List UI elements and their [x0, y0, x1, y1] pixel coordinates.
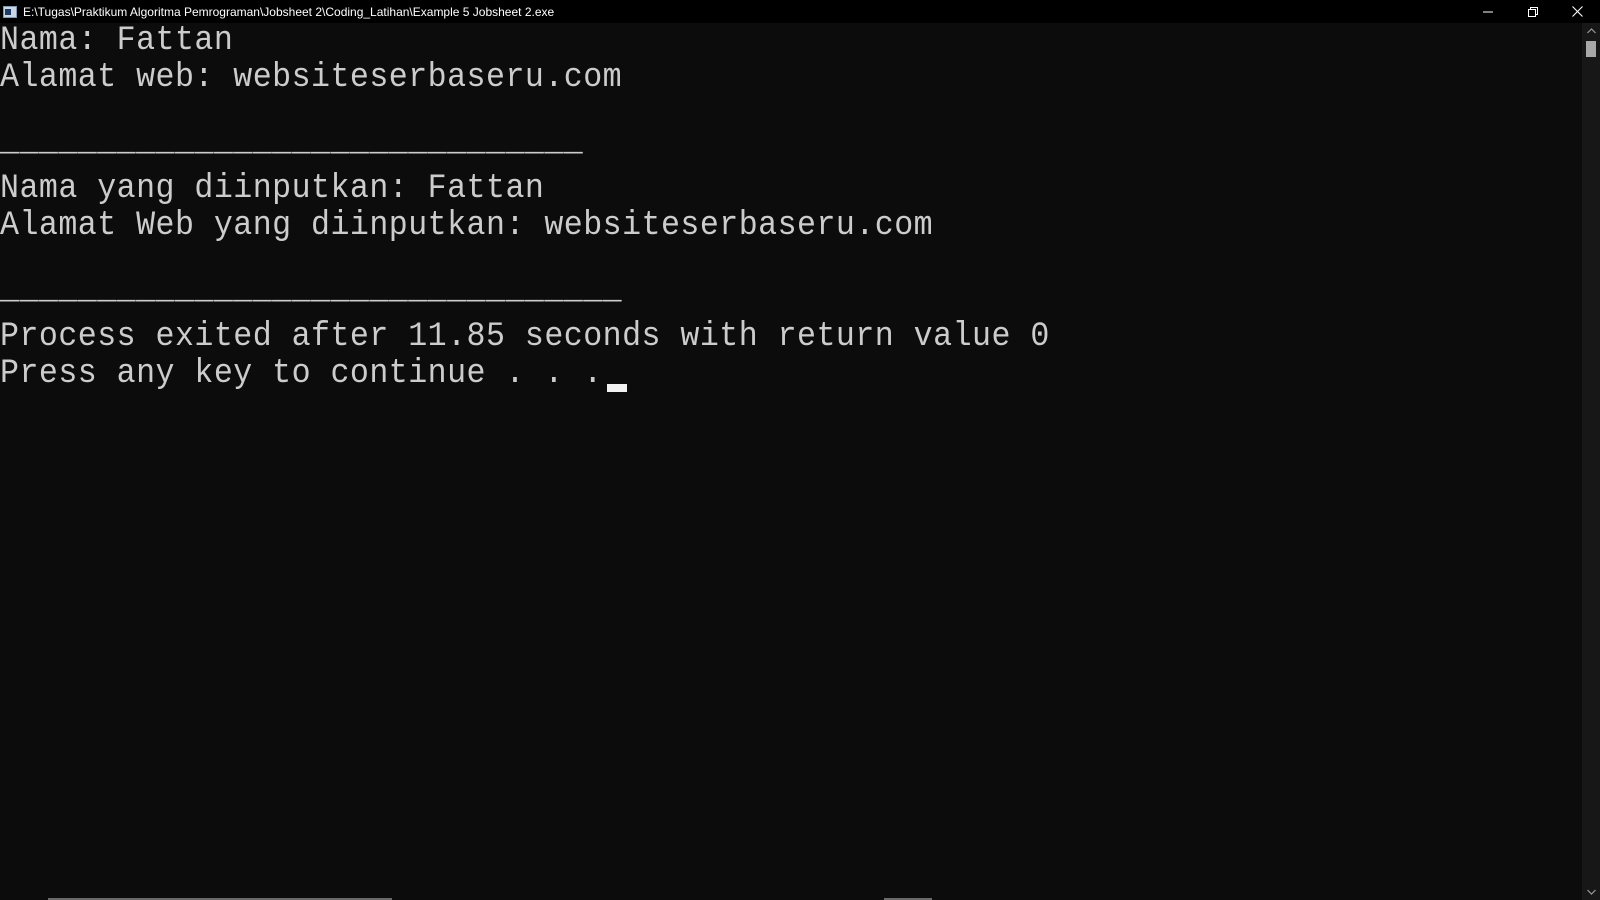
vertical-scrollbar[interactable] — [1582, 23, 1600, 900]
title-bar[interactable]: E:\Tugas\Praktikum Algoritma Pemrograman… — [0, 0, 1600, 23]
restore-icon — [1527, 6, 1538, 17]
window-controls — [1465, 0, 1600, 23]
output-separator: ________________________________ — [0, 271, 623, 309]
minimize-icon — [1482, 11, 1493, 12]
output-line-web: Alamat web: websiteserbaseru.com — [0, 59, 623, 97]
window-title: E:\Tugas\Praktikum Algoritma Pemrograman… — [23, 4, 555, 19]
scroll-up-button[interactable] — [1582, 23, 1600, 39]
console-window: E:\Tugas\Praktikum Algoritma Pemrograman… — [0, 0, 1600, 900]
close-button[interactable] — [1555, 0, 1600, 23]
scrollbar-thumb[interactable] — [1586, 41, 1596, 57]
console-app-icon[interactable] — [3, 5, 17, 18]
minimize-button[interactable] — [1465, 0, 1510, 23]
console-output[interactable]: Nama: Fattan Alamat web: websiteserbaser… — [0, 23, 1582, 900]
output-line-web-input: Alamat Web yang diinputkan: websiteserba… — [0, 207, 934, 245]
process-exit-message: Process exited after 11.85 seconds with … — [0, 318, 1050, 356]
output-separator: ______________________________ — [0, 123, 584, 161]
text-cursor — [607, 384, 627, 392]
chevron-up-icon — [1586, 28, 1596, 34]
output-line-name-input: Nama yang diinputkan: Fattan — [0, 170, 545, 208]
chevron-down-icon — [1586, 889, 1596, 895]
close-icon — [1572, 6, 1583, 17]
output-line-name: Nama: Fattan — [0, 23, 234, 60]
press-any-key-prompt: Press any key to continue . . . — [0, 355, 603, 393]
restore-button[interactable] — [1510, 0, 1555, 23]
scroll-down-button[interactable] — [1582, 884, 1600, 900]
